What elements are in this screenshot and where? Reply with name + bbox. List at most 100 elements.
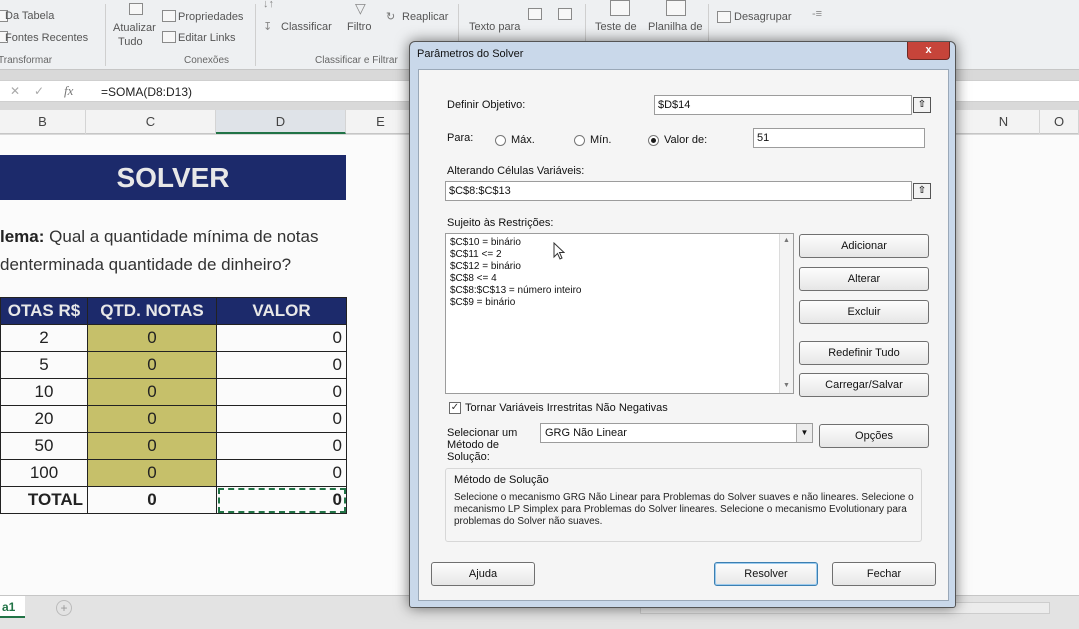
dialog-title: Parâmetros do Solver	[417, 48, 524, 60]
cell-quantity[interactable]: 0	[87, 324, 217, 352]
changing-cells-input[interactable]: $C$8:$C$13	[445, 181, 912, 201]
solver-dialog: Parâmetros do Solver x Definir Objetivo:…	[409, 41, 956, 608]
sheet-title: SOLVER	[0, 155, 346, 200]
column-header-n[interactable]: N	[968, 110, 1040, 134]
cell-quantity[interactable]: 0	[87, 432, 217, 460]
nonnegative-checkbox[interactable]: ✓	[449, 402, 461, 414]
header-valor[interactable]: VALOR	[216, 297, 347, 325]
ribbon-refresh[interactable]: Atualizar	[113, 22, 156, 34]
refresh-icon	[129, 3, 143, 15]
scroll-up-icon[interactable]: ▲	[780, 235, 793, 247]
header-notas[interactable]: OTAS R$	[0, 297, 88, 325]
cancel-icon[interactable]: ✕	[10, 84, 20, 98]
cell-amount[interactable]: 0	[216, 324, 347, 352]
cell-total-amount[interactable]: 0	[216, 486, 347, 514]
column-header-c[interactable]: C	[86, 110, 216, 134]
delete-button[interactable]: Excluir	[799, 300, 929, 324]
method-label-line-3: Solução:	[447, 451, 490, 463]
ribbon-recent-sources[interactable]: Fontes Recentes	[5, 32, 88, 44]
ribbon-text-to-columns[interactable]: Texto para	[469, 21, 520, 33]
cell-quantity[interactable]: 0	[87, 378, 217, 406]
ribbon-what-if[interactable]: Teste de	[595, 21, 637, 33]
method-select[interactable]: GRG Não Linear ▼	[540, 423, 813, 443]
solve-button[interactable]: Resolver	[714, 562, 818, 586]
forecast-icon	[666, 0, 686, 16]
add-button[interactable]: Adicionar	[799, 234, 929, 258]
table-row: 100 0 0	[0, 459, 347, 487]
table-total-row: TOTAL 0 0	[0, 486, 347, 514]
cell-amount[interactable]: 0	[216, 351, 347, 379]
cell-note-value[interactable]: 20	[0, 405, 88, 433]
column-header-o[interactable]: O	[1040, 110, 1079, 134]
dialog-body: Definir Objetivo: $D$14 ⇧ Para: Máx. Mín…	[418, 69, 949, 601]
constraint-item[interactable]: $C$8 <= 4	[450, 273, 789, 285]
constraints-label: Sujeito às Restrições:	[447, 217, 554, 229]
ribbon-edit-links[interactable]: Editar Links	[178, 32, 235, 44]
ungroup-icon	[717, 11, 731, 23]
cell-amount[interactable]: 0	[216, 378, 347, 406]
cell-note-value[interactable]: 100	[0, 459, 88, 487]
chevron-down-icon[interactable]: ▼	[796, 424, 812, 442]
formula-input[interactable]: =SOMA(D8:D13)	[101, 85, 192, 99]
load-save-button[interactable]: Carregar/Salvar	[799, 373, 929, 397]
constraints-list[interactable]: $C$10 = binário $C$11 <= 2 $C$12 = binár…	[445, 233, 794, 394]
column-header-b[interactable]: B	[0, 110, 86, 134]
change-button[interactable]: Alterar	[799, 267, 929, 291]
valor-de-input[interactable]: 51	[753, 128, 925, 148]
min-radio[interactable]	[574, 135, 585, 146]
ribbon-group-transform: Transformar	[0, 55, 53, 66]
add-sheet-icon[interactable]: +	[56, 600, 72, 616]
reset-all-button[interactable]: Redefinir Tudo	[799, 341, 929, 365]
ribbon-sort[interactable]: Classificar	[281, 21, 332, 33]
cell-note-value[interactable]: 10	[0, 378, 88, 406]
cell-note-value[interactable]: 50	[0, 432, 88, 460]
constraint-item[interactable]: $C$12 = binário	[450, 261, 789, 273]
method-description-title: Método de Solução	[454, 474, 549, 486]
cell-total-label[interactable]: TOTAL	[0, 486, 88, 514]
constraint-item[interactable]: $C$9 = binário	[450, 297, 789, 309]
fx-icon[interactable]: fx	[64, 83, 73, 99]
options-button[interactable]: Opções	[819, 424, 929, 448]
constraint-item[interactable]: $C$10 = binário	[450, 237, 789, 249]
cell-amount[interactable]: 0	[216, 432, 347, 460]
constraint-item[interactable]: $C$11 <= 2	[450, 249, 789, 261]
cell-quantity[interactable]: 0	[87, 405, 217, 433]
changing-cells-label: Alterando Células Variáveis:	[447, 165, 585, 177]
cell-note-value[interactable]: 2	[0, 324, 88, 352]
ribbon-forecast[interactable]: Planilha de	[648, 21, 702, 33]
ribbon-properties[interactable]: Propriedades	[178, 11, 243, 23]
method-selected-value: GRG Não Linear	[545, 427, 627, 439]
cell-note-value[interactable]: 5	[0, 351, 88, 379]
cell-quantity[interactable]: 0	[87, 459, 217, 487]
ribbon-from-table[interactable]: Da Tabela	[5, 10, 54, 22]
constraint-item[interactable]: $C$8:$C$13 = número inteiro	[450, 285, 789, 297]
sheet-tab[interactable]: a1	[0, 596, 25, 618]
ribbon-ungroup[interactable]: Desagrupar	[734, 11, 791, 23]
ribbon-reapply[interactable]: Reaplicar	[402, 11, 448, 23]
para-label: Para:	[447, 132, 474, 144]
header-qtd-notas[interactable]: QTD. NOTAS	[87, 297, 217, 325]
cell-quantity[interactable]: 0	[87, 351, 217, 379]
constraints-scrollbar[interactable]: ▲ ▼	[779, 234, 793, 393]
ribbon-refresh-all[interactable]: Tudo	[118, 36, 143, 48]
column-header-e[interactable]: E	[346, 110, 416, 134]
problem-text-line-1: lema: Qual a quantidade mínima de notas	[0, 227, 319, 247]
collapse-reference-icon[interactable]: ⇧	[913, 97, 931, 113]
valor-de-radio[interactable]	[648, 135, 659, 146]
max-radio[interactable]	[495, 135, 506, 146]
cell-amount[interactable]: 0	[216, 459, 347, 487]
cell-amount[interactable]: 0	[216, 405, 347, 433]
close-button[interactable]: Fechar	[832, 562, 936, 586]
help-button[interactable]: Ajuda	[431, 562, 535, 586]
objective-input[interactable]: $D$14	[654, 95, 912, 115]
sort-az-icon: ↓↑	[263, 0, 274, 10]
check-icon[interactable]: ✓	[34, 84, 44, 98]
ribbon-separator	[105, 4, 106, 66]
scroll-down-icon[interactable]: ▼	[780, 380, 793, 392]
what-if-icon	[610, 0, 630, 16]
collapse-reference-icon[interactable]: ⇧	[913, 183, 931, 199]
column-header-d[interactable]: D	[216, 110, 346, 134]
ribbon-filter[interactable]: Filtro	[347, 21, 371, 33]
close-icon[interactable]: x	[907, 42, 950, 60]
cell-total-quantity[interactable]: 0	[87, 486, 217, 514]
